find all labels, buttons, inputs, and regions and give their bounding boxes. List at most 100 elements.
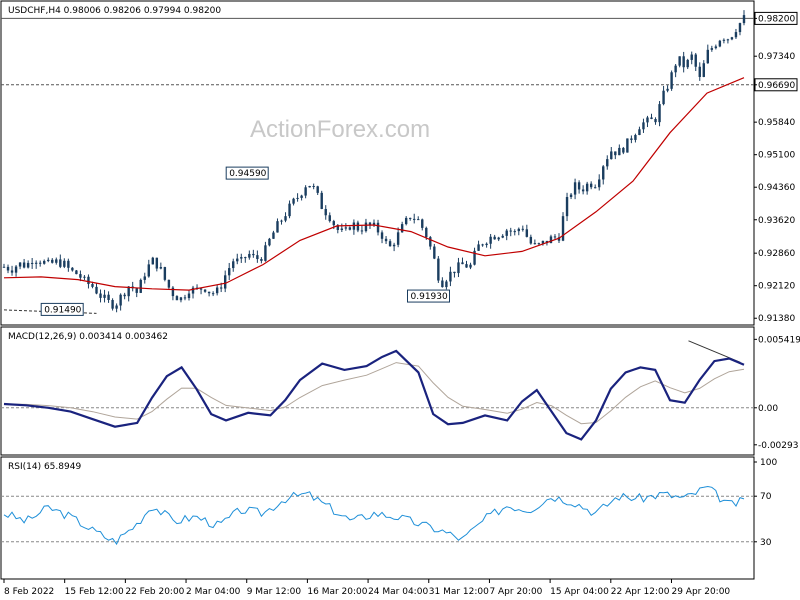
candle-body [469, 264, 472, 268]
candle-body [167, 279, 171, 288]
price-annotation-label: 0.94590 [229, 169, 266, 179]
candle-body [501, 235, 504, 238]
candle-body [240, 257, 243, 259]
candle-body [678, 56, 681, 66]
price-annotation-label: 0.91490 [44, 305, 81, 315]
candle-body [59, 259, 62, 267]
candle-body [553, 236, 557, 238]
candle-body [589, 183, 593, 188]
candle-body [51, 259, 54, 263]
candle-body [614, 151, 617, 156]
candle-body [75, 270, 78, 275]
candle-body [300, 195, 303, 198]
candle-body [376, 222, 380, 233]
candle-body [260, 259, 263, 261]
x-tick-label: 2 Mar 04:00 [186, 587, 241, 597]
candle-body [396, 232, 400, 245]
macd-main-line [3, 349, 745, 441]
candle-body [14, 266, 18, 273]
candle-body [690, 54, 693, 60]
candle-body [517, 228, 520, 232]
x-tick-label: 31 Mar 12:00 [429, 587, 489, 597]
candle-body [561, 216, 565, 241]
price-y-tick-label: 0.91380 [758, 314, 795, 324]
macd-panel-frame [0, 326, 755, 456]
candle-body [211, 293, 215, 295]
candle-body [698, 66, 701, 77]
candle-body [187, 293, 191, 299]
candle-body [742, 15, 746, 24]
candle-body [111, 299, 114, 309]
candle-body [666, 88, 669, 91]
price-grid [1, 17, 754, 314]
price-y-tick-label: 0.95100 [758, 151, 795, 161]
candle-body [103, 294, 106, 298]
candle-body [726, 39, 730, 41]
candle-body [159, 267, 163, 269]
candle-body [565, 197, 569, 217]
candle-body [356, 222, 360, 231]
candle-body [569, 194, 573, 198]
candle-body [244, 257, 247, 259]
candle-body [179, 297, 183, 301]
candle-body [670, 72, 673, 89]
candle-body [139, 279, 142, 293]
candle-body [228, 268, 231, 276]
candle-body [710, 48, 714, 50]
candle-body [425, 227, 428, 238]
candle-body [71, 267, 74, 271]
candle-body [163, 267, 167, 280]
candle-body [481, 244, 484, 246]
candle-body [151, 257, 155, 265]
candle-body [626, 138, 629, 153]
x-tick-label: 7 Apr 20:00 [489, 587, 542, 597]
candle-body [264, 245, 267, 261]
candle-body [513, 231, 516, 233]
price-y-tick-label: 0.96690 [758, 81, 795, 91]
macd-y-tick-label: 0.005419 [758, 335, 800, 345]
candle-body [610, 151, 613, 160]
moving-average-line [3, 77, 745, 291]
candle-body [296, 197, 299, 199]
rsi-grid [1, 495, 754, 543]
price-y-axis: 0.98200 0.97340 0.96690 0.95840 0.95100 0.943… [754, 11, 798, 324]
candle-body [593, 187, 597, 189]
candle-body [344, 227, 348, 229]
candle-body [34, 262, 38, 264]
candle-body [630, 138, 633, 140]
candle-body [280, 220, 283, 222]
candle-body [115, 305, 118, 309]
candle-body [312, 185, 315, 187]
price-panel-frame [0, 0, 755, 326]
candle-body [734, 32, 738, 38]
x-tick-label: 16 Mar 20:00 [307, 587, 367, 597]
price-candles [2, 10, 746, 313]
macd-signal-line [3, 362, 745, 425]
watermark: ActionForex.com [250, 116, 430, 143]
candle-body [248, 253, 251, 258]
candle-body [461, 262, 464, 265]
candle-body [183, 297, 187, 299]
candle-body [380, 232, 384, 239]
candle-body [215, 287, 219, 294]
candle-body [6, 266, 10, 271]
candle-body [404, 217, 408, 225]
candle-body [352, 222, 356, 230]
price-y-tick-label: 0.98200 [758, 14, 795, 24]
x-tick-label: 22 Apr 12:00 [611, 587, 670, 597]
candle-body [155, 257, 159, 269]
candle-body [650, 117, 653, 120]
candle-body [207, 291, 211, 294]
macd-y-tick-label: -0.00293 [758, 441, 798, 451]
candle-body [2, 266, 6, 268]
candle-body [147, 264, 150, 277]
candle-body [348, 227, 352, 230]
candle-body [658, 104, 661, 123]
price-annotation-label: 0.91930 [411, 292, 448, 302]
candle-body [30, 262, 34, 264]
candle-body [718, 40, 722, 47]
candle-body [413, 218, 416, 220]
candle-body [236, 258, 239, 262]
price-y-tick-label: 0.97340 [758, 52, 795, 62]
candle-body [525, 229, 529, 237]
